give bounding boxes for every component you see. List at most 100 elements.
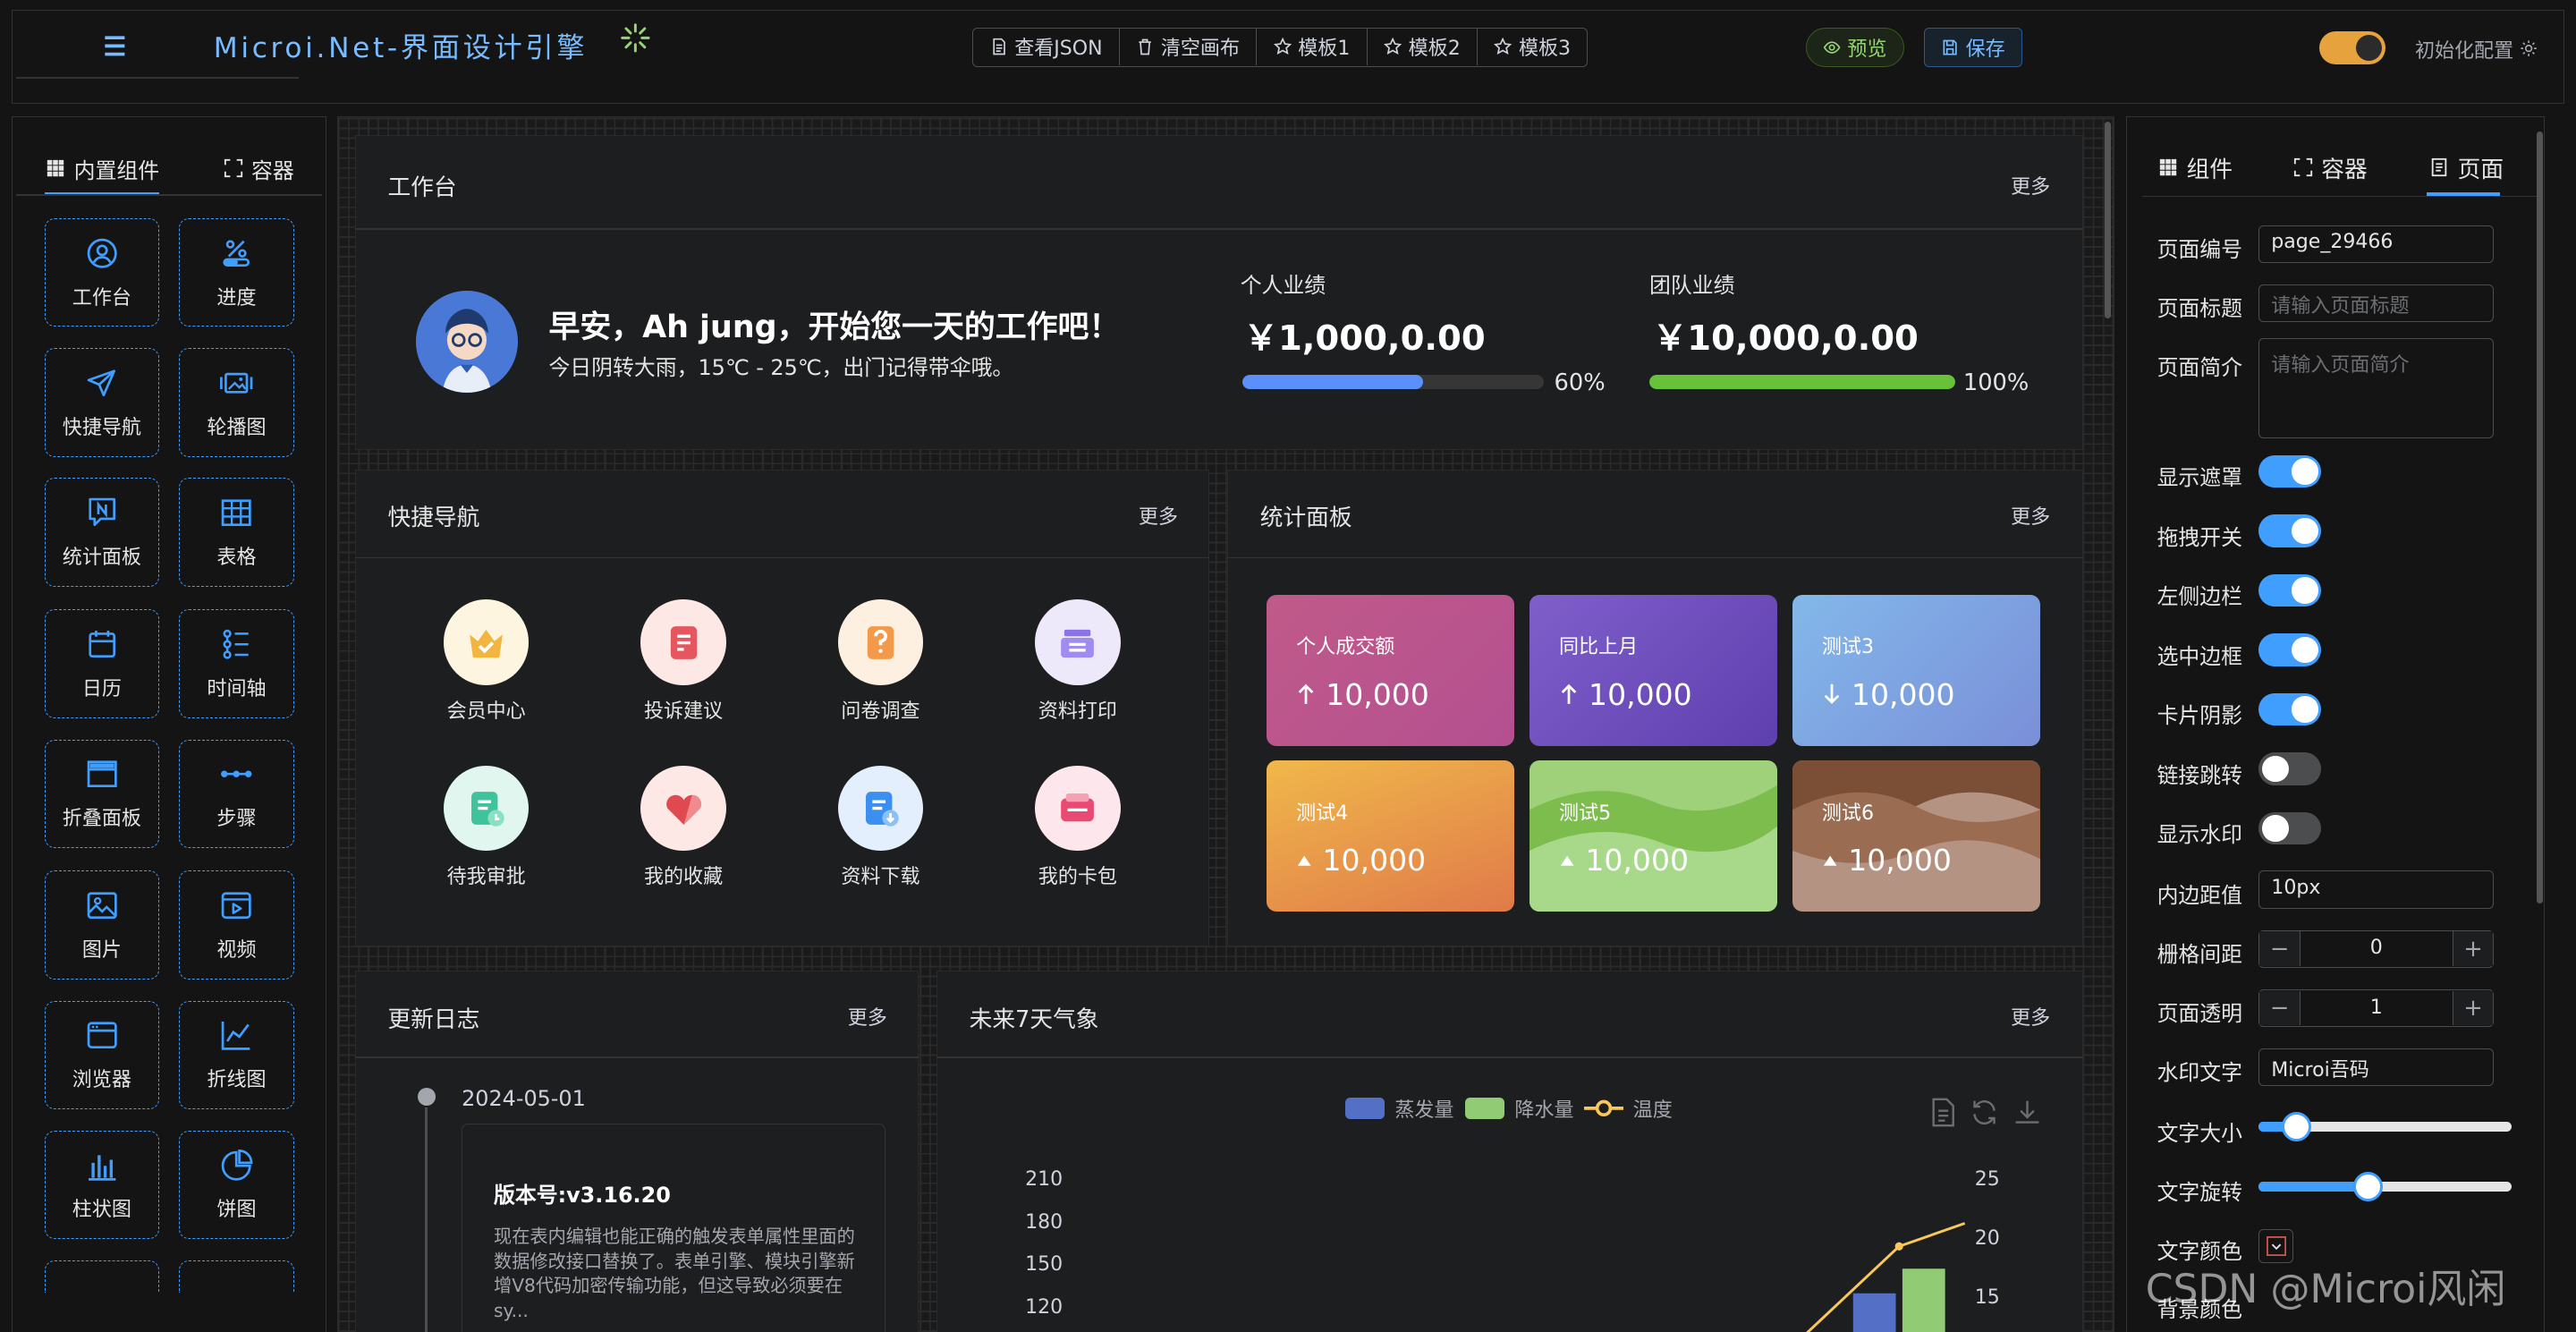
tab-container-props[interactable]: 容器: [2293, 151, 2368, 184]
tab-bottom-line: [16, 193, 322, 196]
menu-icon[interactable]: [98, 30, 131, 63]
component-bar-chart[interactable]: 柱状图: [44, 1130, 160, 1239]
download-icon[interactable]: [2012, 1098, 2042, 1127]
save-label: 保存: [1965, 38, 2005, 62]
component-label: 表格: [216, 546, 257, 569]
toggle-switch[interactable]: [2258, 633, 2322, 666]
watermark-text-input[interactable]: Microi吾码: [2258, 1048, 2495, 1087]
decrement-button[interactable]: −: [2259, 990, 2300, 1026]
component-video[interactable]: 视频: [179, 870, 294, 980]
nav-card-wallet[interactable]: 我的卡包: [1012, 765, 1143, 890]
down-arrow-icon: [1824, 684, 1840, 705]
changelog-more-link[interactable]: 更多: [848, 1002, 887, 1031]
component-stats-panel[interactable]: 统计面板: [44, 478, 160, 587]
component-partial[interactable]: [44, 1260, 160, 1294]
tab-component-props[interactable]: 组件: [2158, 151, 2233, 184]
stats-more-link[interactable]: 更多: [2011, 501, 2050, 530]
increment-button[interactable]: +: [2453, 931, 2494, 966]
legend-item-precipitation[interactable]: 降水量: [1465, 1094, 1574, 1123]
toggle-switch[interactable]: [2258, 811, 2322, 845]
template1-button[interactable]: 模板1: [1257, 29, 1368, 65]
page-id-input[interactable]: page_29466: [2258, 225, 2495, 263]
stat-card[interactable]: 测试6 10,000: [1792, 760, 2041, 912]
bar-evaporation[interactable]: [1852, 1293, 1896, 1332]
stat-card[interactable]: 测试5 10,000: [1529, 760, 1778, 912]
stat-card[interactable]: 测试4 10,000: [1267, 760, 1515, 912]
component-progress[interactable]: 进度: [179, 218, 294, 327]
tab-builtin-components[interactable]: 内置组件: [46, 153, 159, 184]
nav-complaints[interactable]: 投诉建议: [618, 599, 750, 724]
opacity-stepper: − 1 +: [2258, 988, 2495, 1027]
nav-print[interactable]: 资料打印: [1012, 599, 1143, 724]
init-config-button[interactable]: 初始化配置: [2415, 35, 2538, 64]
component-calendar[interactable]: 日历: [44, 609, 160, 718]
workbench-more-link[interactable]: 更多: [2011, 171, 2050, 199]
component-carousel[interactable]: 轮播图: [179, 348, 294, 457]
quick-nav-more-link[interactable]: 更多: [1139, 501, 1178, 530]
stat-card[interactable]: 个人成交额 10,000: [1267, 594, 1515, 746]
page-title-input[interactable]: 请输入页面标题: [2258, 284, 2495, 322]
legend-item-evaporation[interactable]: 蒸发量: [1345, 1094, 1453, 1123]
chevron-down-icon: [2266, 1236, 2286, 1257]
template3-button[interactable]: 模板3: [1478, 29, 1587, 64]
component-collapse[interactable]: 折叠面板: [44, 739, 160, 848]
page-desc-textarea[interactable]: 请输入页面简介: [2258, 338, 2495, 439]
nav-download[interactable]: 资料下载: [815, 765, 946, 890]
view-json-label: 查看JSON: [1014, 38, 1103, 61]
component-pie-chart[interactable]: 饼图: [179, 1130, 294, 1239]
component-line-chart[interactable]: 折线图: [179, 1000, 294, 1109]
component-image[interactable]: 图片: [44, 870, 160, 980]
team-progress-text: 100%: [1962, 369, 2029, 397]
component-steps[interactable]: 步骤: [179, 739, 294, 848]
workbench-card[interactable]: [354, 134, 2083, 451]
toggle-switch[interactable]: [2258, 514, 2322, 547]
stat-value: 10,000: [1585, 843, 1690, 878]
personal-perf-label: 个人业绩: [1240, 273, 1326, 299]
legend-item-temperature[interactable]: 温度: [1583, 1094, 1673, 1123]
refresh-icon[interactable]: [1970, 1098, 1999, 1127]
component-label: 日历: [81, 677, 122, 700]
weather-more-link[interactable]: 更多: [2011, 1002, 2050, 1031]
slider-thumb[interactable]: [2352, 1171, 2383, 1201]
dark-mode-toggle[interactable]: [2319, 30, 2385, 64]
padding-input[interactable]: 10px: [2258, 870, 2495, 909]
decrement-button[interactable]: −: [2259, 931, 2300, 966]
stat-card[interactable]: 同比上月 10,000: [1529, 594, 1778, 746]
data-view-icon[interactable]: [1930, 1098, 1956, 1127]
bar-precipitation[interactable]: [1902, 1268, 1945, 1332]
gutter-value[interactable]: 0: [2299, 931, 2454, 966]
component-workbench[interactable]: 工作台: [44, 218, 160, 327]
opacity-value[interactable]: 1: [2299, 990, 2454, 1026]
font-size-slider[interactable]: [2258, 1112, 2512, 1142]
rotate-slider[interactable]: [2258, 1171, 2512, 1201]
nav-survey[interactable]: 问卷调查: [815, 599, 946, 724]
nav-member-center[interactable]: 会员中心: [420, 599, 552, 724]
view-json-button[interactable]: 查看JSON: [973, 29, 1120, 65]
toggle-switch[interactable]: [2258, 692, 2322, 726]
point-temperature[interactable]: [1894, 1242, 1903, 1251]
component-browser[interactable]: 浏览器: [44, 1000, 160, 1109]
toggle-switch[interactable]: [2258, 573, 2322, 607]
stat-value-row: 10,000: [1559, 677, 1692, 712]
quick-nav-title: 快捷导航: [387, 505, 480, 532]
template2-button[interactable]: 模板2: [1368, 29, 1479, 65]
question-icon: [837, 599, 924, 685]
component-partial[interactable]: [179, 1260, 294, 1294]
toggle-switch[interactable]: [2258, 752, 2322, 785]
nav-favorites[interactable]: 我的收藏: [618, 765, 750, 890]
canvas-scrollbar[interactable]: [2104, 121, 2112, 319]
toggle-switch[interactable]: [2258, 454, 2322, 488]
nav-pending-approval[interactable]: 待我审批: [420, 765, 552, 890]
panel-scrollbar[interactable]: [2536, 131, 2544, 904]
component-quick-nav[interactable]: 快捷导航: [44, 348, 160, 457]
tab-page-props[interactable]: 页面: [2429, 151, 2504, 184]
clear-canvas-button[interactable]: 清空画布: [1120, 29, 1258, 65]
increment-button[interactable]: +: [2453, 990, 2494, 1026]
preview-button[interactable]: 预览: [1805, 28, 1904, 68]
download-file-icon: [837, 765, 924, 852]
component-timeline[interactable]: 时间轴: [179, 609, 294, 718]
save-button[interactable]: 保存: [1923, 28, 2022, 68]
component-table[interactable]: 表格: [179, 478, 294, 587]
stat-card[interactable]: 测试3 10,000: [1792, 594, 2041, 746]
tab-containers[interactable]: 容器: [224, 153, 294, 184]
